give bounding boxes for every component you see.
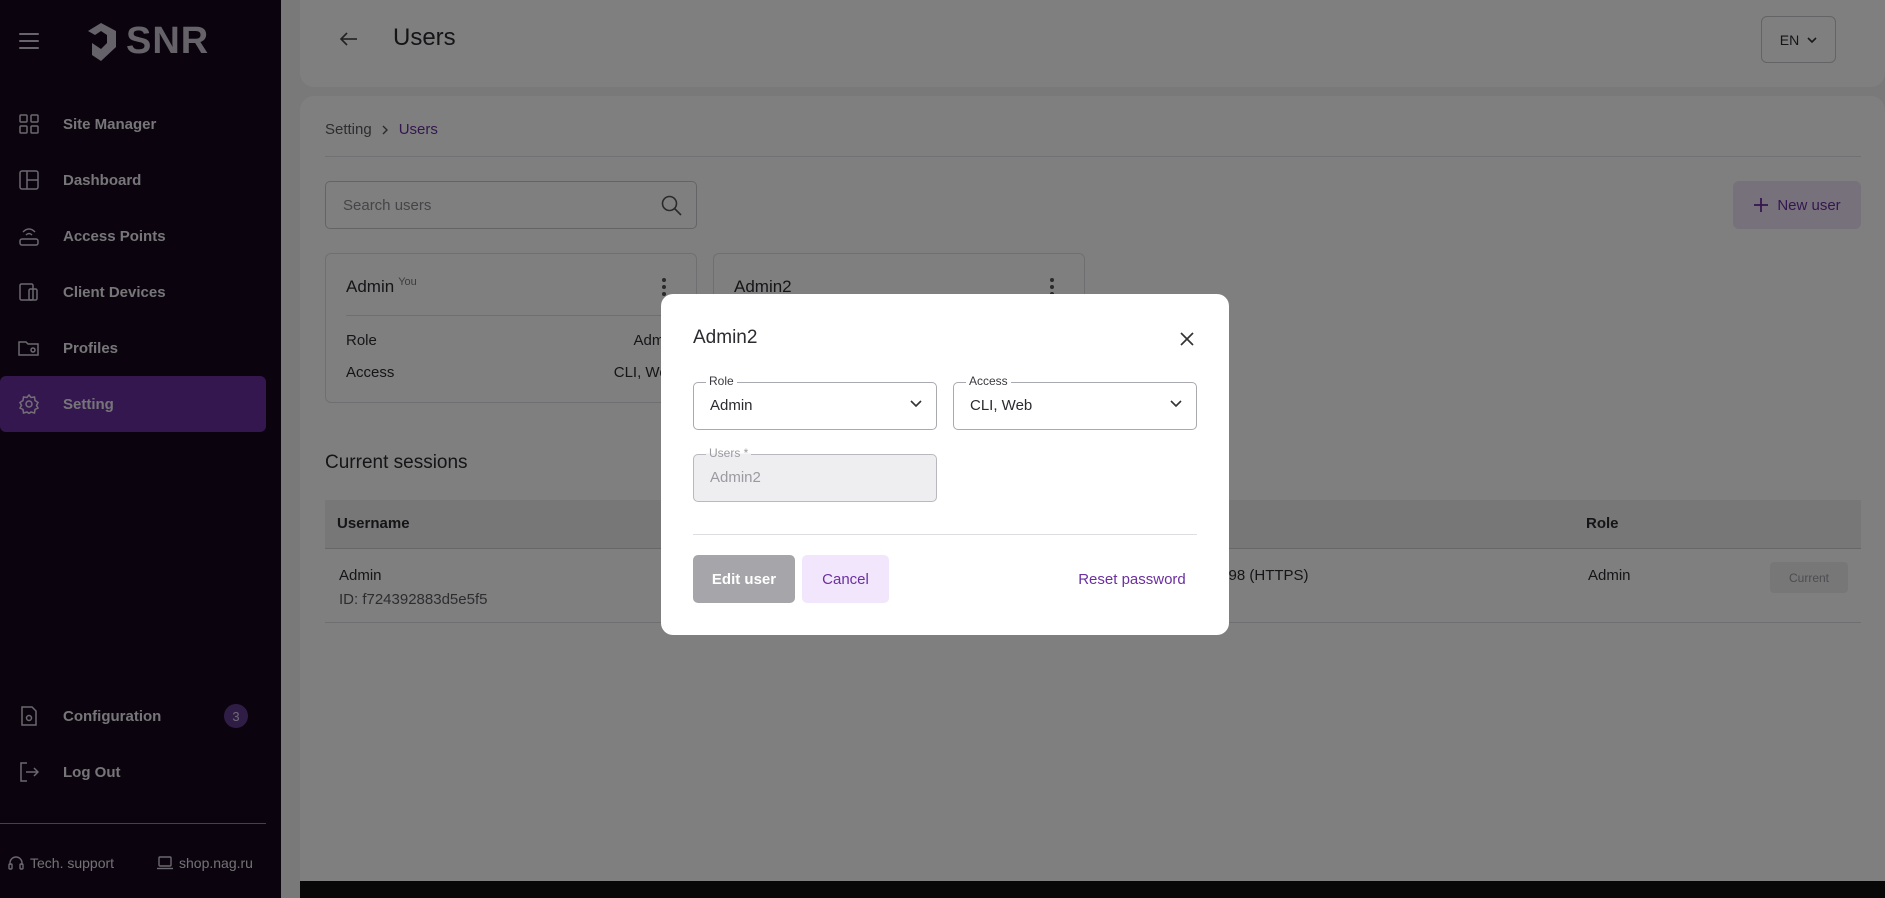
users-field: Users * Admin2 — [693, 446, 937, 502]
cancel-button[interactable]: Cancel — [802, 555, 889, 603]
users-field-value: Admin2 — [710, 469, 761, 486]
role-field-value: Admin — [710, 397, 753, 414]
access-field-value: CLI, Web — [970, 397, 1033, 414]
chevron-down-icon — [910, 400, 922, 408]
dialog-divider — [693, 534, 1197, 535]
reset-password-button[interactable]: Reset password — [1067, 555, 1197, 603]
close-icon[interactable] — [1179, 331, 1195, 347]
users-field-label: Users * — [706, 446, 752, 460]
access-field-label: Access — [966, 374, 1011, 388]
edit-user-button[interactable]: Edit user — [693, 555, 795, 603]
chevron-down-icon — [1170, 400, 1182, 408]
role-select[interactable]: Role Admin — [693, 374, 937, 430]
dialog-title: Admin2 — [693, 327, 758, 348]
role-field-label: Role — [706, 374, 737, 388]
edit-user-dialog: Admin2 Role Admin Access CLI, Web Users … — [661, 294, 1229, 635]
access-select[interactable]: Access CLI, Web — [953, 374, 1197, 430]
